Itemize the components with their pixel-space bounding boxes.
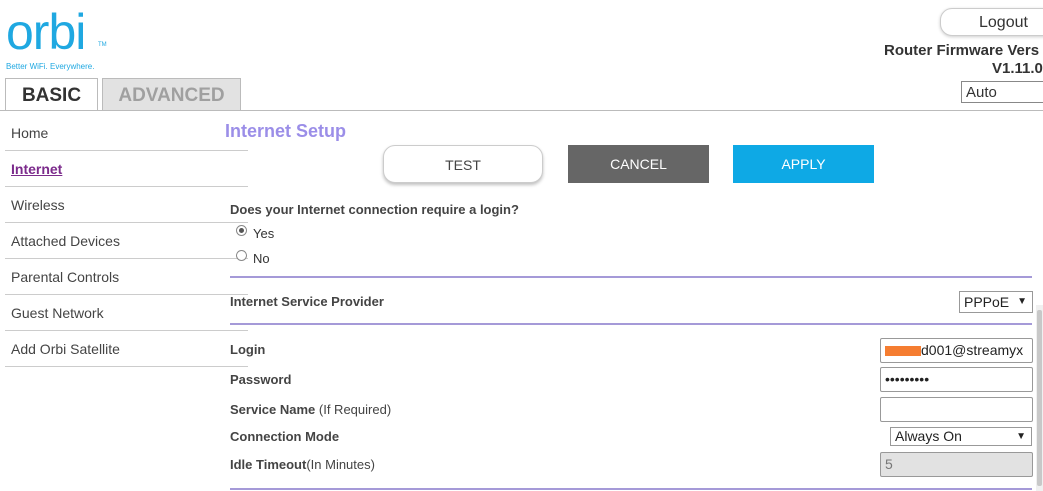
firmware-version: V1.11.0 — [992, 60, 1043, 77]
sidebar-item-label: Parental Controls — [11, 269, 120, 285]
redaction-mark — [885, 346, 921, 357]
language-select[interactable]: Auto — [961, 81, 1043, 103]
sidebar-item-home[interactable]: Home — [5, 115, 248, 151]
service-name-label: Service Name (If Required) — [230, 402, 391, 417]
radio-no-label[interactable]: No — [253, 251, 270, 266]
section-divider — [230, 276, 1032, 278]
tab-basic[interactable]: BASIC — [5, 78, 98, 111]
chevron-down-icon: ▼ — [1016, 431, 1026, 442]
sidebar-item-wireless[interactable]: Wireless — [5, 187, 248, 223]
sidebar-item-label: Wireless — [11, 197, 65, 213]
idle-timeout-label-text: Idle Timeout — [230, 457, 307, 472]
isp-select-value: PPPoE — [964, 294, 1010, 310]
section-divider — [230, 323, 1032, 325]
connection-mode-label: Connection Mode — [230, 429, 340, 444]
firmware-label: Router Firmware Vers — [884, 42, 1040, 59]
connection-mode-value: Always On — [895, 428, 962, 444]
password-input[interactable]: ••••••••• — [880, 367, 1033, 392]
login-label: Login — [230, 342, 266, 357]
apply-button[interactable]: APPLY — [733, 145, 874, 183]
chevron-down-icon: ▼ — [1017, 296, 1027, 307]
idle-timeout-value: 5 — [885, 456, 893, 472]
isp-select[interactable]: PPPoE ▼ — [959, 291, 1033, 313]
radio-yes[interactable] — [236, 225, 247, 236]
sidebar-item-label: Internet — [11, 161, 63, 177]
login-input-value: d001@streamyx — [921, 342, 1024, 358]
sidebar-item-label: Attached Devices — [11, 233, 120, 249]
idle-timeout-note: (In Minutes) — [306, 457, 375, 472]
password-label: Password — [230, 372, 292, 387]
login-question: Does your Internet connection require a … — [230, 202, 519, 217]
sidebar-item-label: Home — [11, 125, 49, 141]
sidebar-item-guest-network[interactable]: Guest Network — [5, 295, 248, 331]
radio-no[interactable] — [236, 250, 247, 261]
test-button[interactable]: TEST — [383, 145, 543, 183]
logo-wordmark: orbi — [6, 4, 86, 60]
sidebar-item-internet[interactable]: Internet — [5, 151, 248, 187]
logout-button[interactable]: Logout — [940, 8, 1043, 36]
sidebar-item-label: Add Orbi Satellite — [11, 341, 120, 357]
sidebar-item-add-orbi-satellite[interactable]: Add Orbi Satellite — [5, 331, 248, 367]
logo-tagline: Better WiFi. Everywhere. — [6, 62, 95, 71]
sidebar-item-attached-devices[interactable]: Attached Devices — [5, 223, 248, 259]
orbi-logo: orbi TM Better WiFi. Everywhere. — [6, 4, 116, 72]
idle-timeout-input[interactable]: 5 — [880, 452, 1033, 477]
tab-divider — [0, 110, 1043, 111]
sidebar-nav: Home Internet Wireless Attached Devices … — [5, 115, 248, 367]
login-input[interactable]: d001@streamyx — [880, 338, 1033, 363]
service-name-input[interactable] — [880, 397, 1033, 422]
connection-mode-select[interactable]: Always On ▼ — [890, 427, 1032, 446]
isp-label: Internet Service Provider — [230, 294, 384, 309]
sidebar-item-parental-controls[interactable]: Parental Controls — [5, 259, 248, 295]
service-name-note: (If Required) — [315, 402, 392, 417]
radio-yes-label[interactable]: Yes — [253, 226, 274, 241]
cancel-button[interactable]: CANCEL — [568, 145, 709, 183]
section-divider — [230, 488, 1032, 490]
tab-advanced[interactable]: ADVANCED — [102, 78, 241, 111]
password-input-value: ••••••••• — [885, 371, 930, 387]
scrollbar-thumb[interactable] — [1037, 310, 1042, 486]
logo-trademark: TM — [98, 42, 107, 48]
service-name-label-text: Service Name — [230, 402, 316, 417]
sidebar-item-label: Guest Network — [11, 305, 104, 321]
idle-timeout-label: Idle Timeout(In Minutes) — [230, 457, 375, 472]
page-title: Internet Setup — [225, 121, 347, 141]
